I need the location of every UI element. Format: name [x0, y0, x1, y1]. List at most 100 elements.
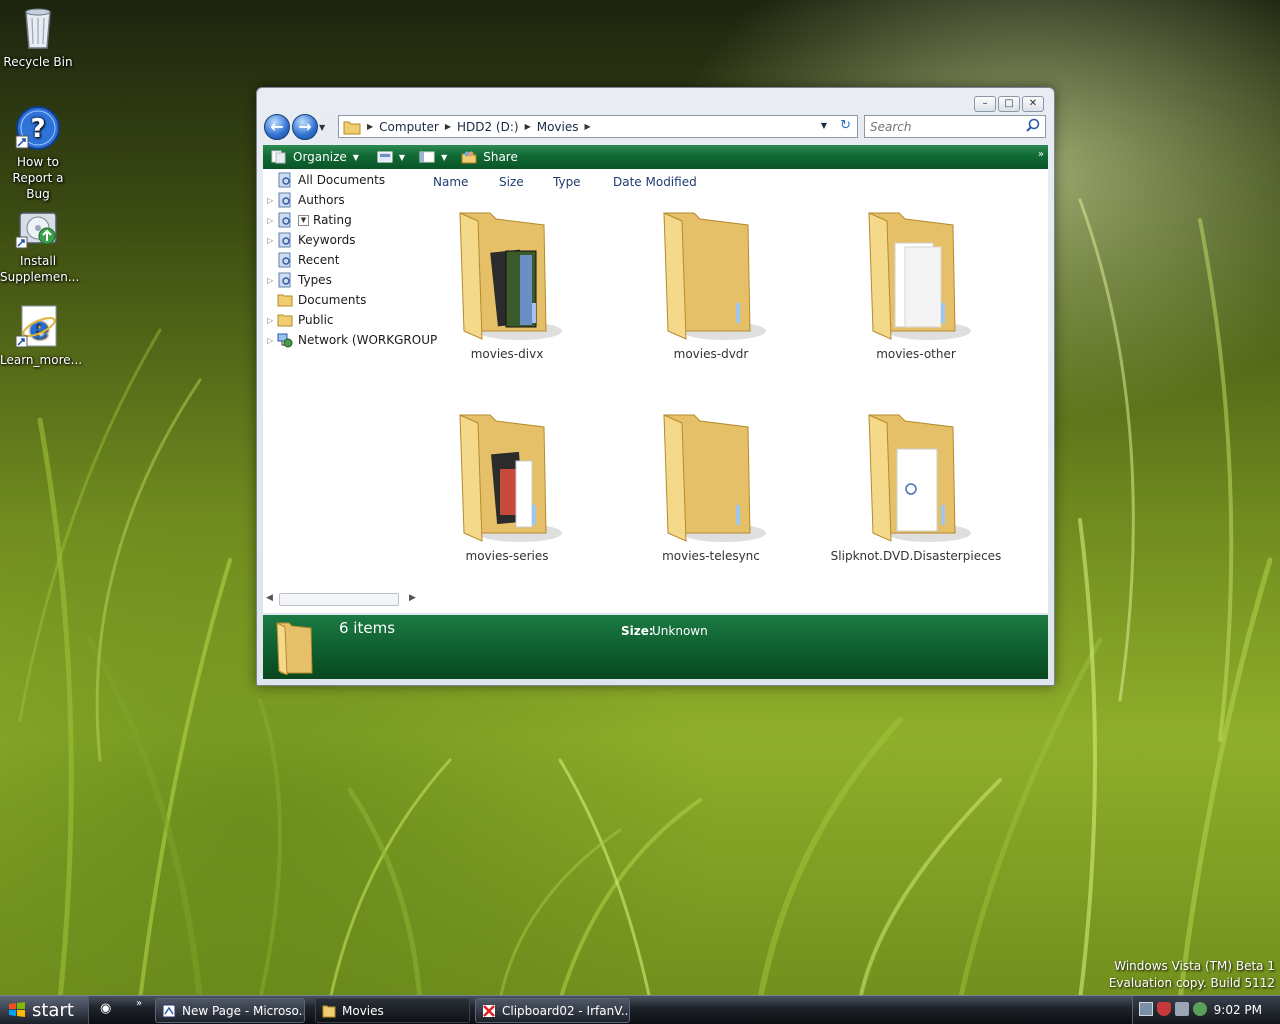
nav-item-label: Keywords	[298, 233, 356, 247]
network-tray-icon[interactable]	[1139, 1002, 1153, 1016]
nav-item-label: Public	[298, 313, 334, 327]
expand-arrow-icon[interactable]: ▷	[267, 316, 277, 325]
share-icon	[461, 151, 477, 164]
folder-name: movies-dvdr	[673, 347, 749, 361]
expand-arrow-icon[interactable]: ▷	[267, 196, 277, 205]
scroll-left-icon[interactable]: ◀	[266, 593, 273, 603]
folder-icon	[663, 414, 766, 542]
folder-item[interactable]: movies-series	[417, 409, 597, 563]
breadcrumb-hdd2[interactable]: HDD2 (D:)	[457, 120, 519, 134]
quick-launch-more-icon[interactable]: »	[136, 998, 142, 1009]
irfanview-icon	[483, 1004, 495, 1017]
folder-icon	[322, 1005, 336, 1017]
expand-arrow-icon[interactable]: ▷	[267, 336, 277, 345]
install-icon	[15, 212, 57, 249]
column-header-size[interactable]: Size	[499, 175, 524, 189]
desktop-icon-label: Learn_more...	[0, 353, 83, 367]
search-box[interactable]	[864, 115, 1046, 138]
column-header-date-modified[interactable]: Date Modified	[613, 175, 697, 189]
back-button[interactable]: ←	[264, 114, 290, 140]
expand-arrow-icon[interactable]: ▷	[267, 276, 277, 285]
address-dropdown-icon[interactable]: ▼	[821, 121, 827, 130]
folder-item[interactable]: movies-divx	[417, 207, 597, 361]
nav-item-label: Documents	[298, 293, 367, 307]
close-button[interactable]: ✕	[1022, 96, 1044, 112]
chevron-right-icon[interactable]: ▶	[525, 122, 531, 131]
chevron-down-icon: ▼	[441, 152, 448, 162]
windows-logo-icon	[9, 1002, 25, 1017]
column-header-type[interactable]: Type	[553, 175, 581, 189]
more-commands-icon[interactable]: »	[1038, 149, 1044, 160]
nav-item-label: Authors	[298, 193, 345, 207]
folder-item[interactable]: Slipknot.DVD.Disasterpieces	[826, 409, 1006, 563]
folder-name: movies-series	[465, 549, 549, 563]
folder-item[interactable]: movies-dvdr	[621, 207, 801, 361]
folder-with-documents-icon	[868, 212, 971, 340]
saved-search-icon	[278, 252, 291, 268]
start-button[interactable]: start	[0, 996, 89, 1024]
desktop-icon-install[interactable]: Install Supplemen...	[0, 203, 79, 285]
command-toolbar: Organize ▼ ▼ ▼ Share »	[263, 145, 1048, 169]
size-value: Unknown	[652, 624, 708, 638]
scroll-right-icon[interactable]: ▶	[409, 593, 416, 603]
search-icon[interactable]	[1026, 118, 1040, 132]
desktop-icon-learn-more[interactable]: e Learn_more...	[0, 302, 83, 368]
task-button-new-page[interactable]: New Page - Microso...	[155, 998, 305, 1023]
saved-search-icon	[278, 232, 291, 248]
views-icon	[377, 151, 393, 163]
search-input[interactable]	[870, 117, 1020, 137]
folder-item[interactable]: movies-other	[826, 207, 1006, 361]
views-button[interactable]: ▼	[377, 151, 405, 163]
task-button-irfanview[interactable]: Clipboard02 - IrfanV...	[475, 998, 630, 1023]
folder-with-documents-icon	[868, 414, 971, 542]
nav-item-types[interactable]: ▷ Types	[267, 271, 332, 289]
chevron-right-icon[interactable]: ▶	[445, 122, 451, 131]
maximize-button[interactable]: □	[998, 96, 1020, 112]
volume-icon[interactable]	[1175, 1002, 1189, 1016]
scrollbar-thumb[interactable]	[279, 593, 399, 606]
chevron-right-icon[interactable]: ▶	[585, 122, 591, 131]
expand-arrow-icon[interactable]: ▷	[267, 236, 277, 245]
nav-item-keywords[interactable]: ▷ Keywords	[267, 231, 356, 249]
breadcrumb-computer[interactable]: Computer	[379, 120, 439, 134]
chevron-right-icon[interactable]: ▶	[367, 122, 373, 131]
minimize-button[interactable]: –	[974, 96, 996, 112]
clock[interactable]: 9:02 PM	[1214, 1003, 1262, 1017]
nav-item-authors[interactable]: ▷ Authors	[267, 191, 345, 209]
folder-icon	[276, 622, 313, 675]
nav-item-label: Recent	[298, 253, 340, 267]
share-button[interactable]: Share	[461, 150, 518, 164]
recent-pages-dropdown[interactable]: ▼	[319, 123, 325, 132]
column-header-name[interactable]: Name	[433, 175, 468, 189]
watermark-line: Evaluation copy. Build 5112	[1108, 976, 1275, 990]
nav-item-network[interactable]: ▷ Network (WORKGROUP	[267, 331, 437, 349]
security-shield-icon[interactable]	[1157, 1002, 1171, 1016]
refresh-icon[interactable]: ↻	[840, 118, 851, 133]
nav-item-recent[interactable]: Recent	[267, 251, 339, 269]
organize-button[interactable]: Organize ▼	[271, 150, 359, 164]
breadcrumb-movies[interactable]: Movies	[537, 120, 579, 134]
nav-item-all-documents[interactable]: All Documents	[267, 171, 385, 189]
rating-dropdown-icon[interactable]: ▼	[298, 214, 309, 226]
desktop-icon-report-bug[interactable]: ? How to Report a Bug	[0, 104, 76, 202]
folder-item[interactable]: movies-telesync	[621, 409, 801, 563]
sync-icon[interactable]	[1193, 1002, 1207, 1016]
desktop-icon-label: Recycle Bin	[3, 55, 73, 69]
horizontal-scrollbar[interactable]: ◀ ▶	[263, 591, 423, 608]
quick-launch-ie-icon[interactable]: ◉	[100, 1001, 111, 1016]
chevron-down-icon: ▼	[398, 152, 406, 162]
desktop-icon-recycle-bin[interactable]: Recycle Bin	[0, 4, 76, 70]
forward-button[interactable]: →	[292, 114, 318, 140]
nav-item-documents[interactable]: Documents	[267, 291, 366, 309]
nav-item-public[interactable]: ▷ Public	[267, 311, 334, 329]
expand-arrow-icon[interactable]: ▷	[267, 216, 277, 225]
folder-with-film-icon	[459, 414, 562, 542]
address-bar[interactable]: ▶ Computer ▶ HDD2 (D:) ▶ Movies ▶ ▼ ↻	[338, 115, 858, 138]
internet-explorer-icon: e	[15, 305, 57, 348]
recycle-bin-icon	[25, 8, 51, 49]
nav-item-rating[interactable]: ▷ ▼ Rating	[267, 211, 352, 229]
layout-button[interactable]: ▼	[419, 151, 447, 163]
task-button-movies[interactable]: Movies	[315, 998, 470, 1023]
svg-text:?: ?	[30, 114, 45, 144]
explorer-window[interactable]: – □ ✕ ← → ▼ ▶ Computer ▶ HDD2 (D:) ▶ Mov…	[256, 87, 1055, 686]
